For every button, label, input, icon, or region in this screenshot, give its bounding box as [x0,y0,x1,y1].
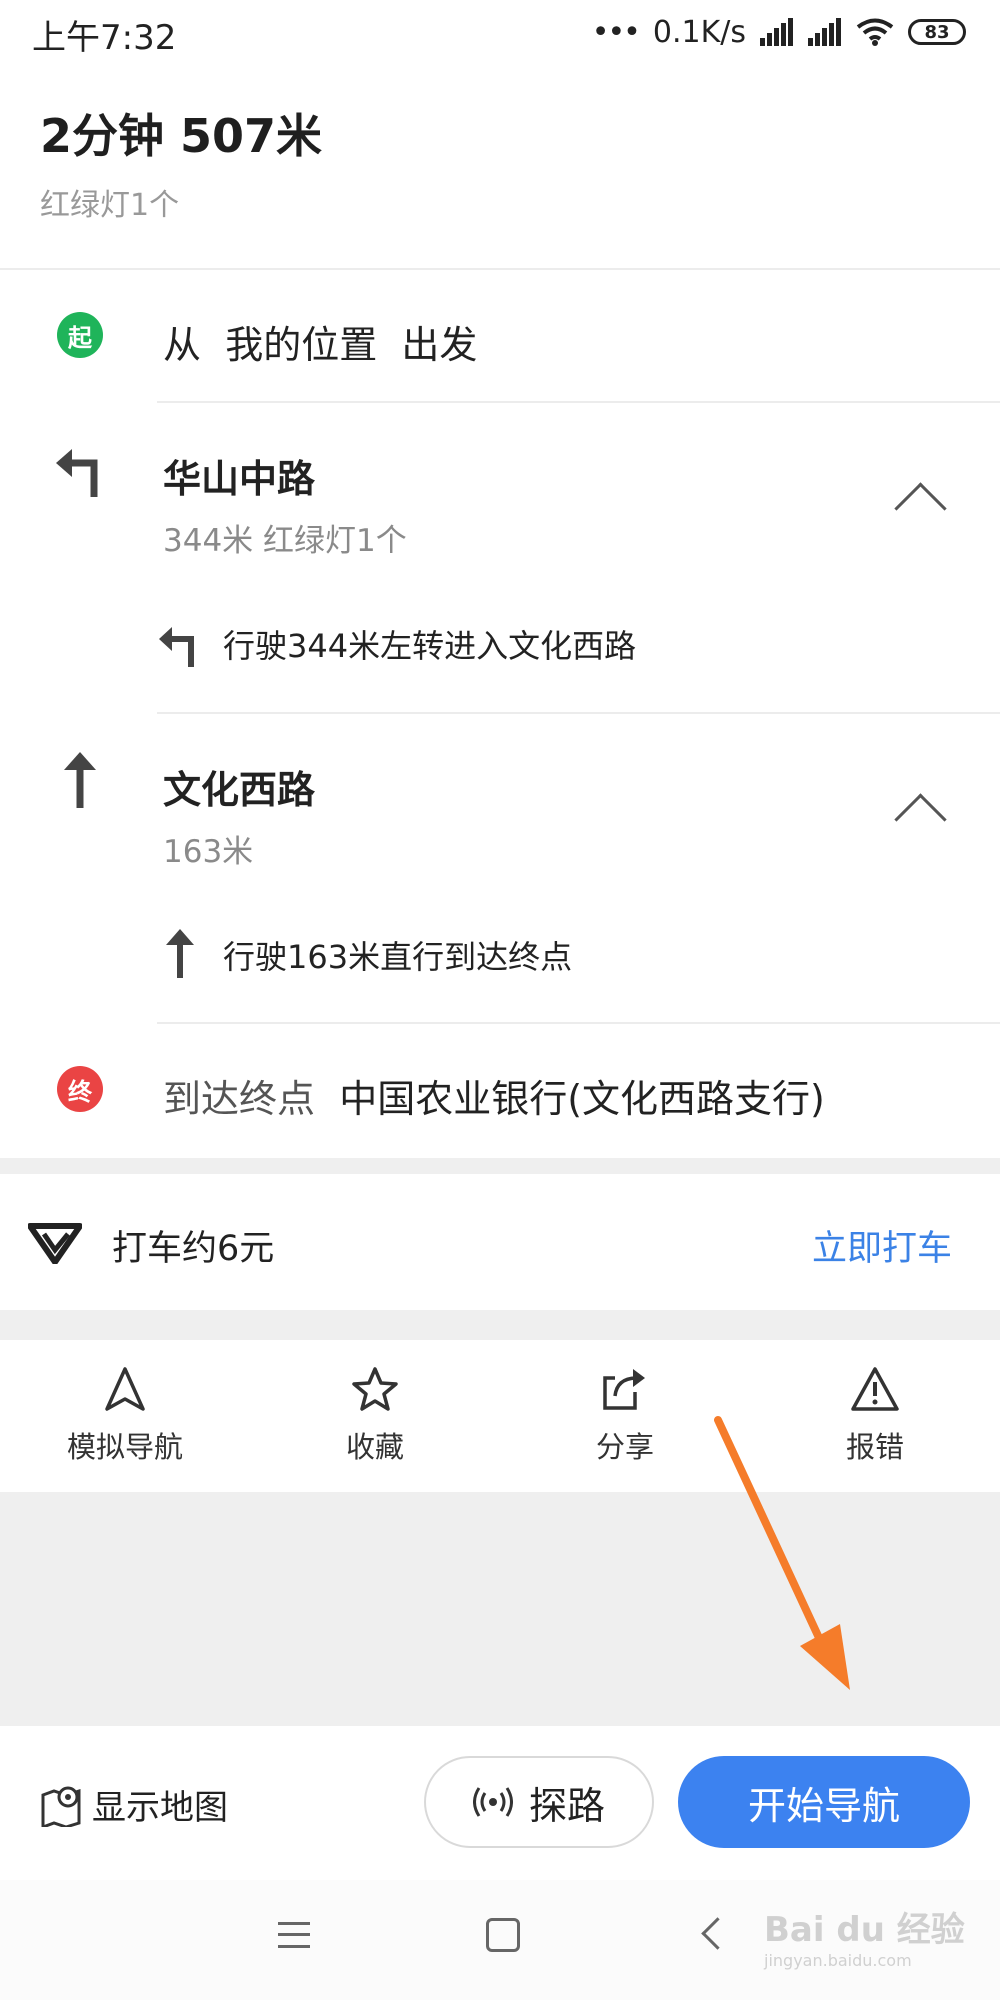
signal-icon [760,18,793,46]
step-1-road: 华山中路 [163,457,316,501]
start-navigation-button[interactable]: 开始导航 [678,1756,970,1848]
warning-icon [851,1367,899,1411]
show-map-label: 显示地图 [92,1788,228,1828]
route-end-row: 终 到达终点 中国农业银行(文化西路支行) [0,1024,1000,1156]
straight-small-icon [166,929,194,978]
bottom-bar: 显示地图 探路 开始导航 [0,1726,1000,1880]
explore-button[interactable]: 探路 [424,1756,654,1848]
turn-left-icon [56,449,98,497]
watermark: Bai du 经验 jingyan.baidu.com [764,1902,965,1970]
end-text: 到达终点 中国农业银行(文化西路支行) [163,1068,825,1123]
route-traffic-lights: 红绿灯1个 [40,188,180,223]
hail-taxi-link[interactable]: 立即打车 [812,1220,952,1271]
route-step-2[interactable]: 文化西路 163米 行驶163米直行到达终点 [0,714,1000,1021]
end-destination: 中国农业银行(文化西路支行) [339,1077,825,1121]
map-icon [41,1786,81,1827]
start-prefix: 从 [163,323,202,367]
route-step-1[interactable]: 华山中路 344米 红绿灯1个 行驶344米左转进入文化西路 [0,403,1000,710]
signal-icon-2 [808,18,841,46]
star-icon [352,1367,398,1411]
start-location: 我的位置 [225,323,378,367]
straight-icon [64,752,96,808]
more-dots-icon: ••• [591,14,641,50]
menu-icon[interactable] [278,1922,310,1948]
turn-left-small-icon [159,627,194,667]
step-2-detail: 行驶163米直行到达终点 [223,938,573,976]
share-label: 分享 [595,1430,654,1464]
broadcast-icon [472,1787,513,1817]
step-2-info: 163米 [163,834,254,870]
step-1-info: 344米 红绿灯1个 [163,523,407,559]
home-icon[interactable] [486,1918,520,1952]
menu-icon-middle [278,1933,310,1936]
step-2-road: 文化西路 [163,768,316,812]
share-icon [603,1369,645,1410]
start-text: 从 我的位置 出发 [163,314,477,369]
section-gap [0,1158,1000,1174]
navigation-arrow-icon [105,1367,145,1411]
didi-logo-icon [28,1223,82,1264]
simulate-navigation-button[interactable]: 模拟导航 [25,1366,225,1466]
favorite-label: 收藏 [345,1430,404,1464]
status-bar: 上午7:32 ••• 0.1K/s 83 [0,0,1000,64]
wifi-icon [856,18,894,46]
start-badge: 起 [57,312,103,358]
status-time: 上午7:32 [32,18,177,58]
route-start-row: 起 从 我的位置 出发 [0,270,1000,402]
taxi-row[interactable]: 打车约6元 立即打车 [0,1174,1000,1310]
simulate-navigation-label: 模拟导航 [66,1430,183,1464]
section-gap [0,1310,1000,1340]
watermark-text: Bai du 经验 [764,1910,965,1950]
step-1-detail: 行驶344米左转进入文化西路 [223,627,637,665]
network-speed: 0.1K/s [652,14,746,50]
taxi-price: 打车约6元 [112,1229,275,1269]
share-button[interactable]: 分享 [525,1366,725,1466]
system-nav-bar: Bai du 经验 jingyan.baidu.com [0,1880,1000,2000]
start-suffix: 出发 [401,323,478,367]
show-map-button[interactable]: 显示地图 [40,1780,228,1829]
collapse-chevron-icon[interactable] [894,482,947,535]
end-prefix: 到达终点 [163,1077,316,1121]
favorite-button[interactable]: 收藏 [275,1366,475,1466]
back-icon[interactable] [701,1917,734,1950]
battery-indicator: 83 [908,19,966,45]
route-summary-title: 2分钟 507米 [40,109,323,163]
end-badge: 终 [57,1066,103,1112]
annotation-arrow-icon [714,1416,850,1690]
collapse-chevron-icon[interactable] [894,793,947,846]
explore-label: 探路 [528,1783,605,1828]
status-indicators: ••• 0.1K/s 83 [592,12,966,52]
watermark-sub: jingyan.baidu.com [764,1951,912,1970]
